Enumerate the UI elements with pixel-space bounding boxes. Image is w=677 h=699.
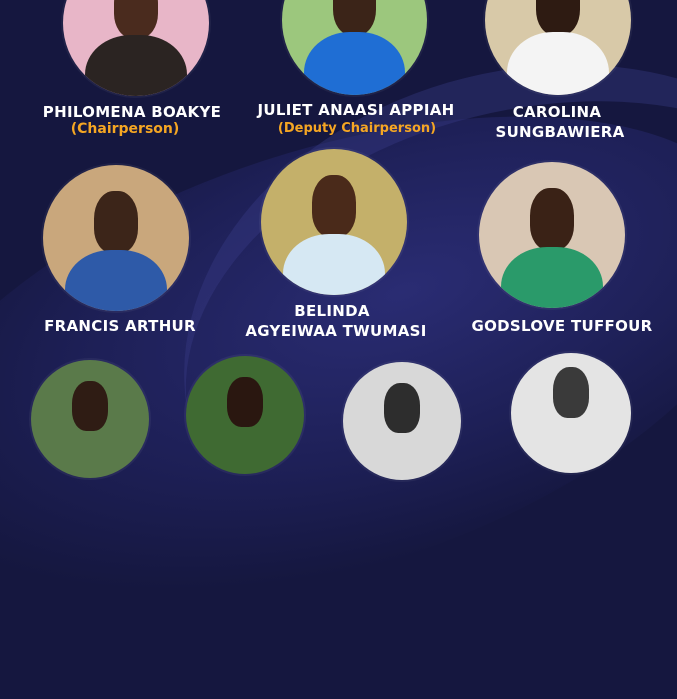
- member-photo: [343, 362, 461, 480]
- member-photo-francis-arthur: [43, 165, 189, 311]
- member-name: JULIET ANAASI APPIAH: [257, 101, 455, 119]
- member-name: CAROLINA: [512, 103, 602, 121]
- member-name: FRANCIS ARTHUR: [44, 317, 196, 335]
- member-role: (Chairperson): [70, 121, 180, 137]
- member-role: (Deputy Chairperson): [277, 121, 437, 136]
- member-name: GODSLOVE TUFFOUR: [471, 317, 653, 335]
- member-photo-juliet-anaasi-appiah: [282, 0, 427, 95]
- member-name: BELINDA: [294, 302, 370, 320]
- member-photo-belinda-agyeiwaa-twumasi: [261, 149, 407, 295]
- member-name: AGYEIWAA TWUMASI: [245, 322, 427, 340]
- member-name: PHILOMENA BOAKYE: [42, 103, 222, 121]
- member-photo-godslove-tuffour: [479, 162, 625, 308]
- member-photo: [31, 360, 149, 478]
- member-photo-philomena-boakye: [63, 0, 209, 96]
- member-photo: [186, 356, 304, 474]
- member-name: SUNGBAWIERA: [495, 123, 625, 141]
- member-photo-placeholder: [511, 353, 631, 473]
